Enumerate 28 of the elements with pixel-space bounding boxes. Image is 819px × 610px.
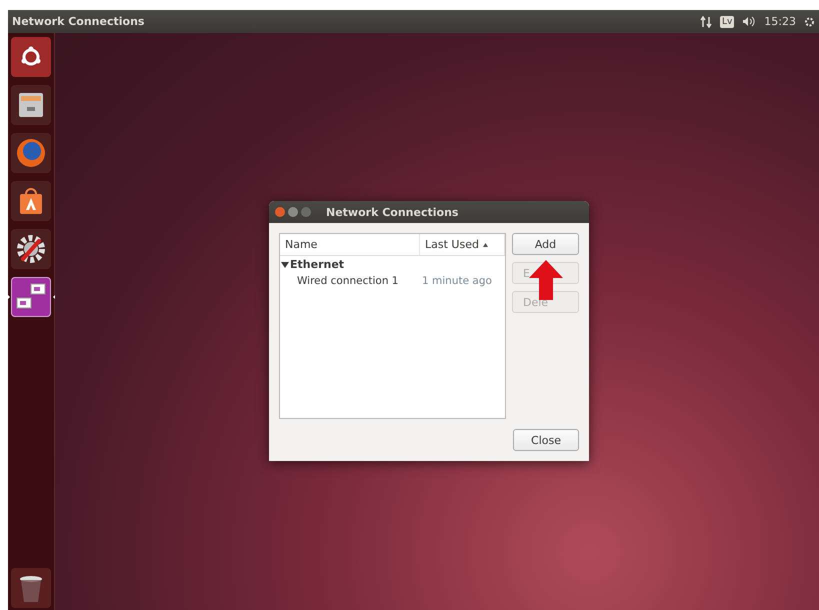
ubuntu-logo-icon <box>20 46 42 68</box>
launcher-item[interactable] <box>11 85 51 125</box>
clock[interactable]: 15:23 <box>764 15 796 28</box>
globe-icon <box>15 137 47 169</box>
close-icon[interactable] <box>275 207 285 217</box>
launcher-item[interactable] <box>11 568 51 608</box>
close-button[interactable]: Close <box>513 429 579 451</box>
keyboard-layout-indicator[interactable]: Lv <box>720 16 734 28</box>
action-button[interactable]: Add <box>512 233 579 255</box>
launcher-item[interactable] <box>11 181 51 221</box>
connection-name[interactable]: Wired connection 1 <box>280 275 420 287</box>
volume-icon[interactable] <box>742 16 756 27</box>
expander-icon[interactable] <box>281 262 289 268</box>
gear-wrench-icon <box>15 233 47 265</box>
column-header[interactable]: Last Used <box>420 234 505 255</box>
dialog-title: Network Connections <box>326 206 458 218</box>
column-header[interactable]: Name <box>280 234 420 255</box>
power-gear-icon[interactable] <box>804 16 815 28</box>
tree-group-row[interactable]: Ethernet <box>280 256 505 273</box>
file-cabinet-icon <box>16 90 46 120</box>
sort-indicator-icon <box>482 242 488 246</box>
launcher-item[interactable] <box>11 229 51 269</box>
last-used-time: 1 minute ago <box>421 275 493 287</box>
minimize-icon[interactable] <box>288 207 298 217</box>
window-title: Network Connections <box>12 15 146 28</box>
network-arrows-icon[interactable] <box>700 16 712 28</box>
pointer-arrow-icon <box>529 260 563 300</box>
launcher-item[interactable] <box>11 37 51 77</box>
